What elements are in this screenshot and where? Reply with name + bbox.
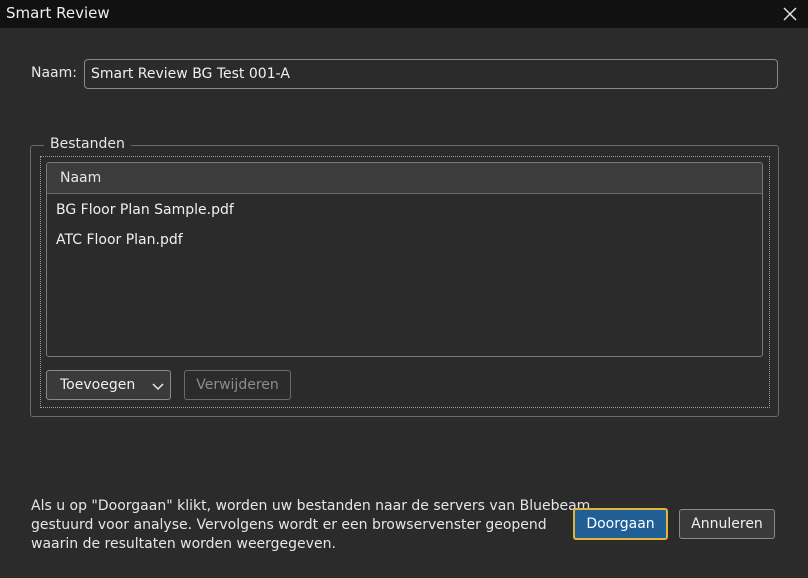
info-line: waarin de resultaten worden weergegeven. — [31, 536, 336, 552]
list-item[interactable]: BG Floor Plan Sample.pdf — [47, 196, 762, 226]
info-text: Als u op "Doorgaan" klikt, worden uw bes… — [31, 497, 591, 554]
continue-button[interactable]: Doorgaan — [573, 508, 668, 540]
file-list[interactable]: Naam BG Floor Plan Sample.pdf ATC Floor … — [46, 162, 763, 357]
info-line: Als u op "Doorgaan" klikt, worden uw bes… — [31, 498, 591, 514]
window-title: Smart Review — [6, 4, 110, 22]
list-item[interactable]: ATC Floor Plan.pdf — [47, 226, 762, 256]
title-bar: Smart Review — [0, 0, 808, 28]
file-name: BG Floor Plan Sample.pdf — [56, 202, 234, 218]
cancel-button[interactable]: Annuleren — [679, 509, 775, 539]
name-input[interactable]: Smart Review BG Test 001-A — [84, 59, 778, 89]
chevron-down-icon — [152, 380, 164, 396]
close-icon — [783, 7, 797, 21]
remove-button[interactable]: Verwijderen — [184, 370, 291, 400]
add-button-label: Toevoegen — [60, 377, 136, 393]
add-button[interactable]: Toevoegen — [46, 370, 171, 400]
name-label: Naam: — [31, 65, 77, 81]
files-group-legend: Bestanden — [44, 136, 131, 152]
column-header-label: Naam — [60, 170, 102, 186]
file-name: ATC Floor Plan.pdf — [56, 232, 183, 248]
column-header-name[interactable]: Naam — [47, 163, 762, 194]
close-button[interactable] — [780, 4, 800, 24]
info-line: gestuurd voor analyse. Vervolgens wordt … — [31, 517, 547, 533]
smart-review-dialog: Smart Review Naam: Smart Review BG Test … — [0, 0, 808, 578]
